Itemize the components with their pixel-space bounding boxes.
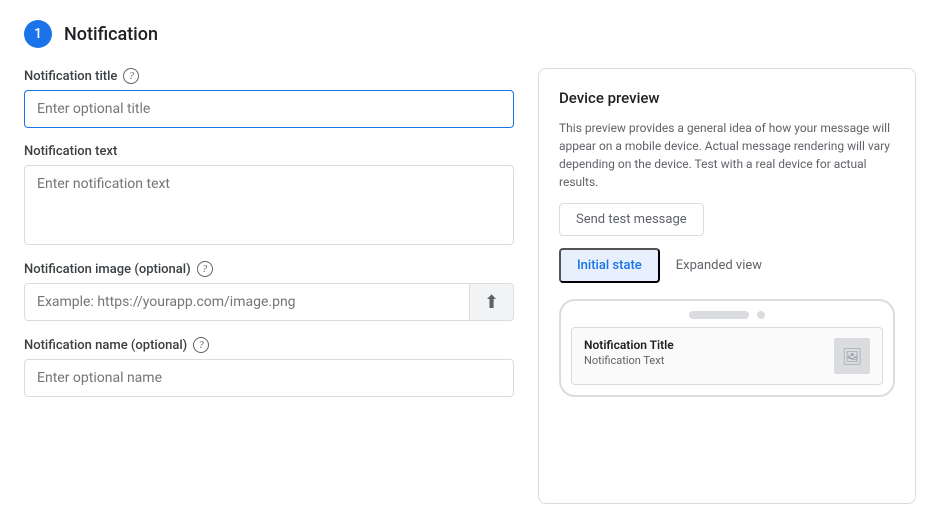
title-field-label: Notification title ? (24, 68, 514, 84)
title-label-text: Notification title (24, 69, 117, 84)
send-test-button[interactable]: Send test message (559, 203, 704, 236)
preview-title: Device preview (559, 89, 895, 107)
notification-title-input[interactable] (24, 90, 514, 128)
left-panel: Notification title ? Notification text N… (24, 68, 514, 504)
image-field-group: Notification image (optional) ? ⬆ (24, 261, 514, 321)
name-field-group: Notification name (optional) ? (24, 337, 514, 397)
upload-button[interactable]: ⬆ (469, 284, 513, 320)
text-field-label: Notification text (24, 144, 514, 159)
preview-tab-row: Initial state Expanded view (559, 248, 895, 283)
image-input-row: ⬆ (24, 283, 514, 321)
section-header: 1 Notification (24, 20, 916, 48)
tab-expanded-view[interactable]: Expanded view (660, 248, 778, 283)
step-badge: 1 (24, 20, 52, 48)
image-help-icon[interactable]: ? (197, 261, 213, 277)
image-placeholder-icon: 🖼 (842, 347, 862, 366)
text-field-group: Notification text (24, 144, 514, 245)
upload-icon: ⬆ (484, 292, 499, 313)
name-label-text: Notification name (optional) (24, 338, 187, 353)
device-dot (757, 311, 765, 319)
title-field-group: Notification title ? (24, 68, 514, 128)
text-label-text: Notification text (24, 144, 117, 159)
name-field-label: Notification name (optional) ? (24, 337, 514, 353)
main-content: Notification title ? Notification text N… (24, 68, 916, 504)
device-preview-panel: Device preview This preview provides a g… (538, 68, 916, 504)
preview-description: This preview provides a general idea of … (559, 119, 895, 191)
image-label-text: Notification image (optional) (24, 262, 191, 277)
title-help-icon[interactable]: ? (123, 68, 139, 84)
notification-image-placeholder: 🖼 (834, 338, 870, 374)
notification-image-input[interactable] (25, 284, 469, 320)
section-title: Notification (64, 24, 158, 45)
notification-preview-card: Notification Title Notification Text 🖼 (571, 327, 883, 385)
notification-preview-title: Notification Title (584, 338, 674, 352)
device-top-bar (571, 311, 883, 319)
tab-initial-state[interactable]: Initial state (559, 248, 660, 283)
device-pill (689, 311, 749, 319)
name-help-icon[interactable]: ? (193, 337, 209, 353)
notification-preview-texts: Notification Title Notification Text (584, 338, 674, 367)
device-mockup: Notification Title Notification Text 🖼 (559, 299, 895, 397)
notification-preview-body: Notification Text (584, 354, 674, 367)
notification-name-input[interactable] (24, 359, 514, 397)
image-field-label: Notification image (optional) ? (24, 261, 514, 277)
notification-text-input[interactable] (24, 165, 514, 245)
page: 1 Notification Notification title ? Noti… (0, 0, 940, 524)
